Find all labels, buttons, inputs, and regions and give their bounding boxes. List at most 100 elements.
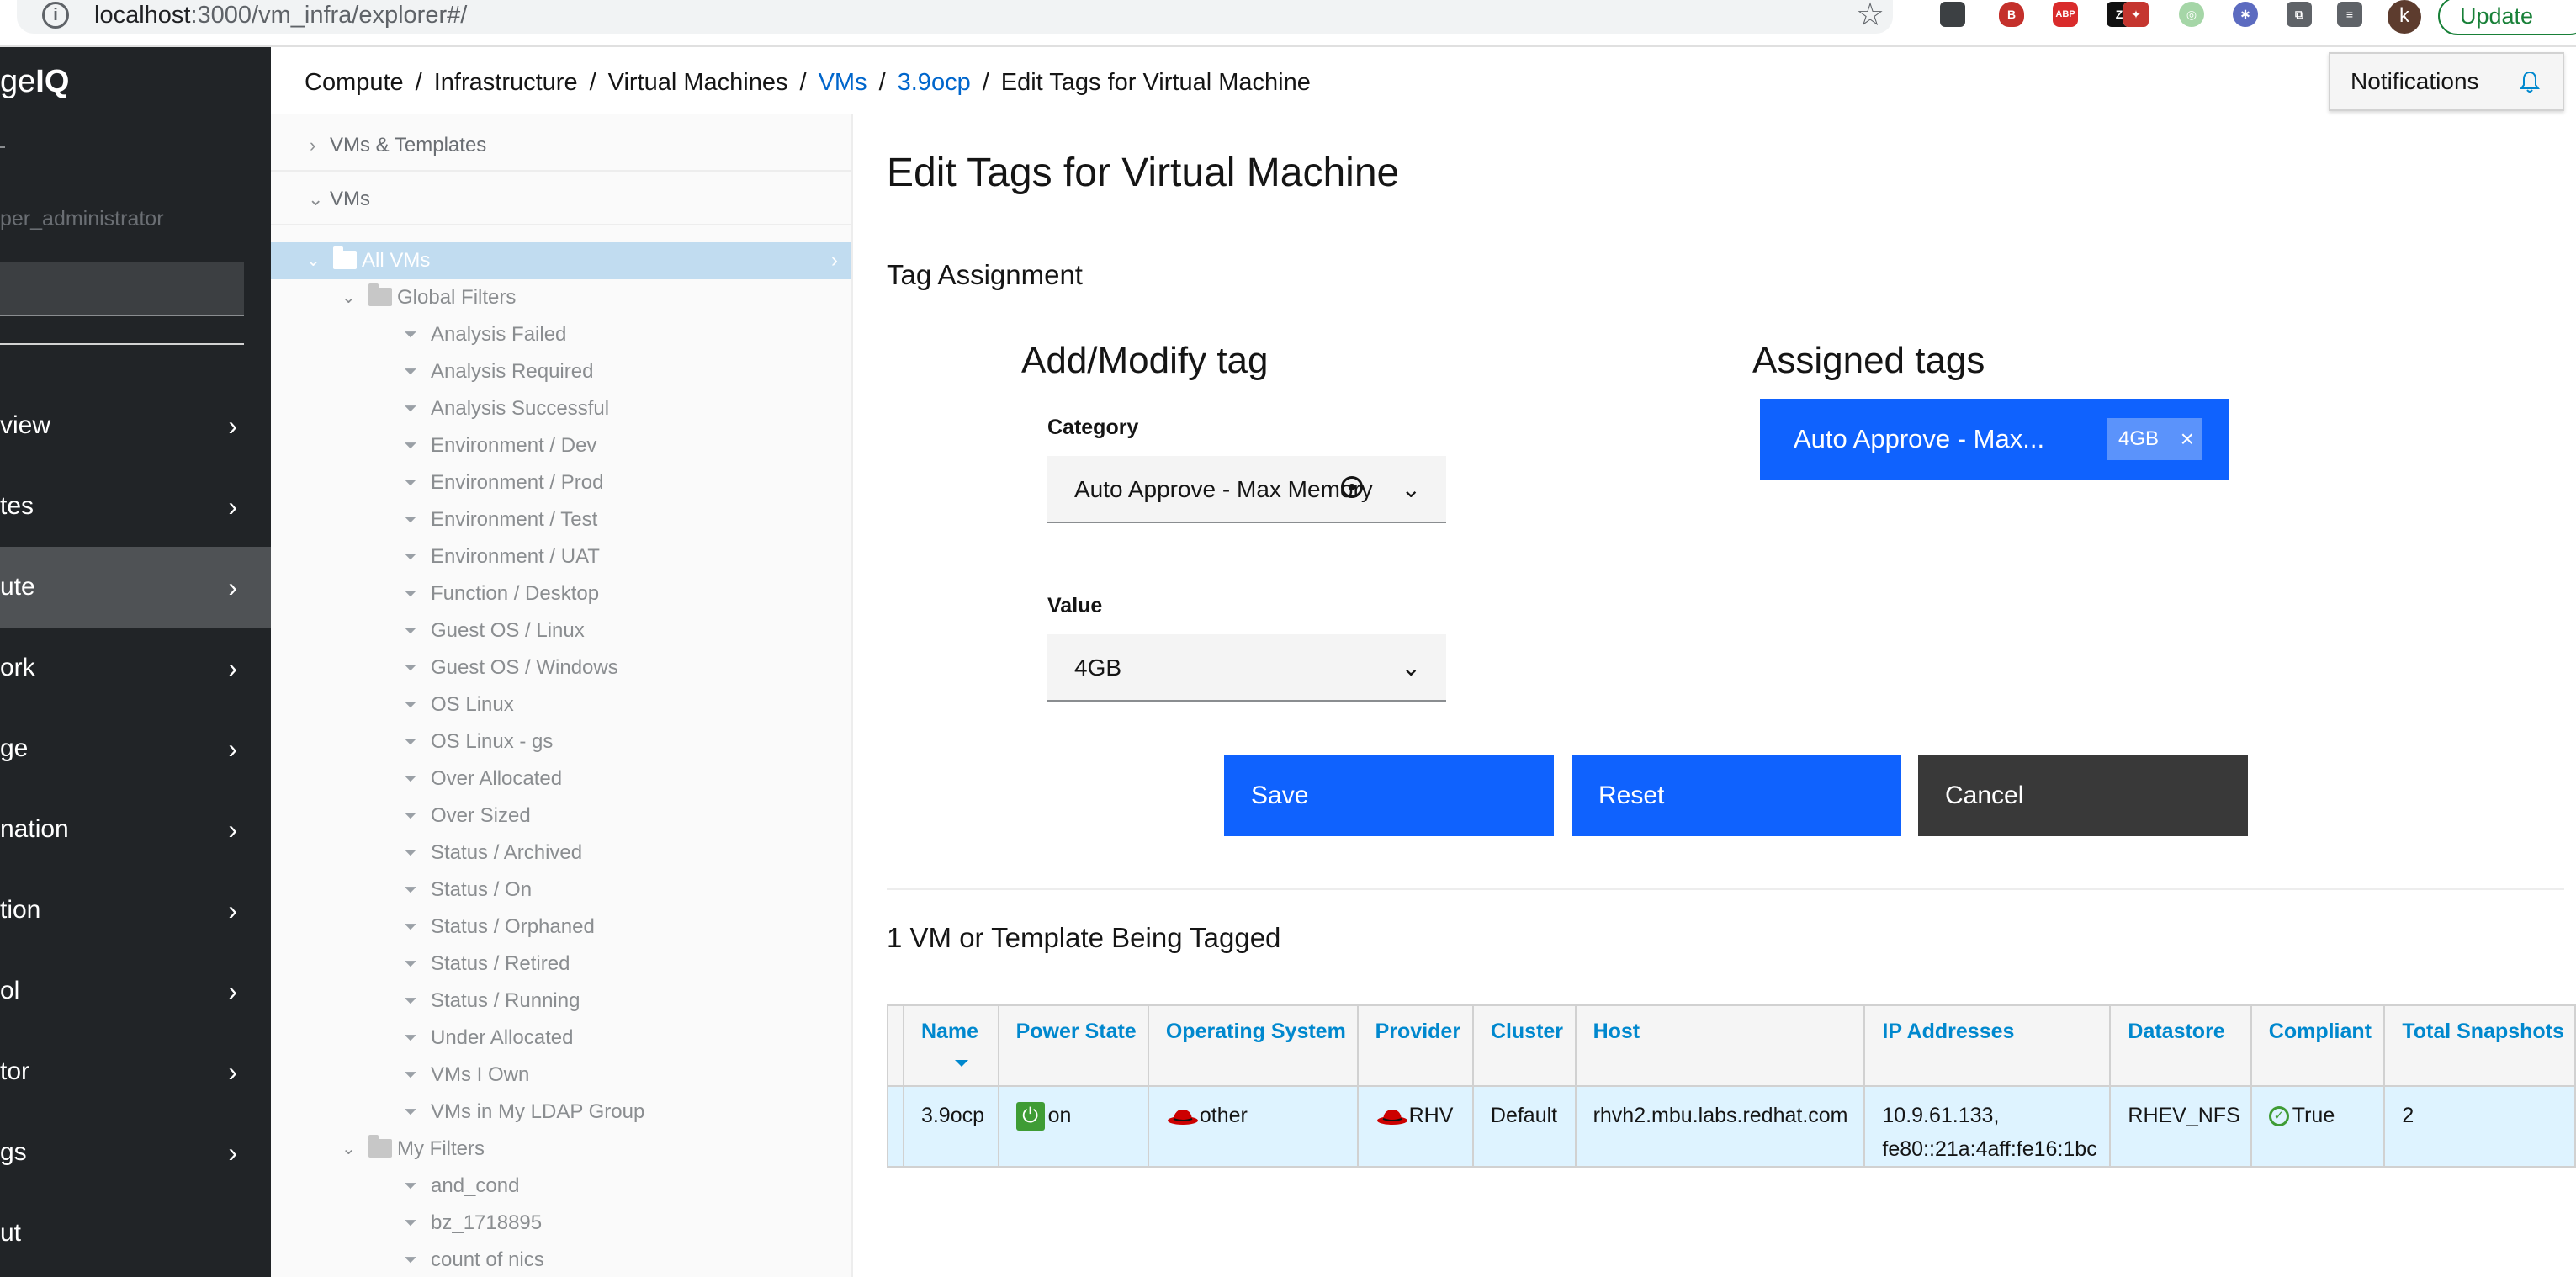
- extensions-puzzle-icon[interactable]: ⧉: [2287, 2, 2312, 27]
- chevron-down-icon: ⌄: [1401, 476, 1421, 502]
- nav-search-input[interactable]: [0, 262, 244, 316]
- tree-node-filter[interactable]: ⏷ OS Linux: [271, 686, 851, 723]
- column-header-provider[interactable]: Provider: [1356, 1004, 1474, 1087]
- tree-node-filter[interactable]: ⏷ Analysis Failed: [271, 316, 851, 353]
- accordion-vms-templates[interactable]: › VMs & Templates: [271, 119, 851, 172]
- brave-lion-icon[interactable]: B: [1999, 2, 2024, 27]
- tree-node-filter[interactable]: ⏷ VMs I Own: [271, 1057, 851, 1094]
- close-icon[interactable]: ×: [2181, 418, 2194, 460]
- tree-node-filter[interactable]: ⏷ Guest OS / Windows: [271, 649, 851, 686]
- site-info-icon[interactable]: i: [42, 2, 69, 29]
- column-header-ip-addresses[interactable]: IP Addresses: [1863, 1004, 2112, 1087]
- tree-node-filter[interactable]: ⏷ and_cond: [271, 1168, 851, 1205]
- tree-node-label: Guest OS / Linux: [431, 619, 585, 642]
- save-button[interactable]: Save: [1224, 755, 1554, 836]
- assigned-tags-heading: Assigned tags: [1752, 340, 1985, 381]
- vm-filter-tree: ⌄ All VMs › ⌄ Global Filters ⏷ Analysis F…: [271, 242, 851, 1277]
- column-header-name[interactable]: Name: [902, 1004, 999, 1087]
- breadcrumb: Compute / Infrastructure / Virtual Machines /…: [305, 67, 1311, 98]
- tree-node-filter[interactable]: ⏷ VMs in My LDAP Group: [271, 1094, 851, 1131]
- tree-node-filter[interactable]: ⏷ OS Linux - gs: [271, 723, 851, 760]
- tree-node-filter[interactable]: ⏷ Environment / Prod: [271, 464, 851, 501]
- main-navigation: geIQ per_administrator view › tes › ute › o…: [0, 47, 271, 1277]
- column-header-total-snapshots[interactable]: Total Snapshots: [2383, 1004, 2576, 1087]
- column-header-power-state[interactable]: Power State: [997, 1004, 1149, 1087]
- filter-icon: ⏷: [404, 400, 417, 418]
- tree-node-all-vms[interactable]: ⌄ All VMs ›: [271, 242, 851, 279]
- tree-node-filter[interactable]: ⏷ Environment / UAT: [271, 538, 851, 575]
- bee-extension-icon[interactable]: ✱: [2233, 2, 2258, 27]
- nav-item-compute[interactable]: ute ›: [0, 547, 271, 628]
- tree-node-filter[interactable]: ⏷ Over Sized: [271, 797, 851, 835]
- category-select[interactable]: Auto Approve - Max Memory ⌄: [1047, 456, 1446, 523]
- tree-node-filter[interactable]: ⏷ Over Allocated: [271, 760, 851, 797]
- tree-node-filter[interactable]: ⏷ Environment / Test: [271, 501, 851, 538]
- provider-text: RHV: [1408, 1104, 1454, 1127]
- adblock-icon[interactable]: ABP: [2053, 2, 2078, 27]
- tree-node-filter[interactable]: ⏷ bz_1718895: [271, 1205, 851, 1242]
- nav-item-overview[interactable]: view ›: [0, 385, 271, 466]
- nav-item-network[interactable]: ork ›: [0, 628, 271, 708]
- notifications-button[interactable]: Notifications: [2329, 52, 2564, 111]
- browser-update-button[interactable]: Update: [2438, 0, 2576, 35]
- ip-address-2: fe80::21a:4aff:fe16:1bc: [1882, 1137, 2097, 1161]
- filter-icon: ⏷: [404, 659, 417, 677]
- value-select[interactable]: 4GB ⌄: [1047, 634, 1446, 702]
- reading-list-icon[interactable]: ≡: [2337, 2, 2362, 27]
- color-picker-icon[interactable]: ◎: [2179, 2, 2204, 27]
- tree-node-global-filters[interactable]: ⌄ Global Filters: [271, 279, 851, 316]
- tree-node-filter[interactable]: ⏷ Function / Desktop: [271, 575, 851, 612]
- nav-item-control[interactable]: ol ›: [0, 951, 271, 1031]
- tree-node-my-filters[interactable]: ⌄ My Filters: [271, 1131, 851, 1168]
- address-bar[interactable]: i localhost:3000/vm_infra/explorer#/ ☆: [17, 0, 1893, 34]
- row-select-cell[interactable]: [887, 1085, 904, 1168]
- nav-item-label: ork: [0, 654, 35, 681]
- breadcrumb-vms-link[interactable]: VMs: [819, 69, 867, 96]
- nav-item-services[interactable]: tes ›: [0, 466, 271, 547]
- tree-node-filter[interactable]: ⏷ Under Allocated: [271, 1020, 851, 1057]
- nav-item-logout[interactable]: ut: [0, 1193, 271, 1274]
- nav-item-monitor[interactable]: tor ›: [0, 1031, 271, 1112]
- column-header-host[interactable]: Host: [1574, 1004, 1866, 1087]
- cancel-button[interactable]: Cancel: [1918, 755, 2248, 836]
- nav-item-optimization[interactable]: tion ›: [0, 870, 271, 951]
- column-header-cluster[interactable]: Cluster: [1471, 1004, 1577, 1087]
- tree-node-filter[interactable]: ⏷ Status / On: [271, 872, 851, 909]
- tree-node-filter[interactable]: ⏷ Status / Orphaned: [271, 909, 851, 946]
- tree-node-filter[interactable]: ⏷ Status / Retired: [271, 946, 851, 983]
- nav-item-settings[interactable]: gs ›: [0, 1112, 271, 1193]
- chevron-right-icon: ›: [228, 814, 237, 845]
- nav-item-automation[interactable]: nation ›: [0, 789, 271, 870]
- extension-icon[interactable]: [1940, 2, 1965, 27]
- accordion-vms[interactable]: ⌄ VMs: [271, 173, 851, 225]
- tree-node-filter[interactable]: ⏷ Analysis Required: [271, 353, 851, 390]
- bookmark-star-icon[interactable]: ☆: [1856, 0, 1884, 32]
- tree-node-label: Analysis Required: [431, 360, 594, 383]
- column-header-datastore[interactable]: Datastore: [2109, 1004, 2252, 1087]
- puzzle-red-icon[interactable]: ✦: [2123, 2, 2149, 27]
- tree-node-filter[interactable]: ⏷ count of nics: [271, 1242, 851, 1277]
- assigned-tag-value-label: 4GB: [2118, 427, 2160, 450]
- tree-node-filter[interactable]: ⏷ Status / Running: [271, 983, 851, 1020]
- reset-button[interactable]: Reset: [1572, 755, 1901, 836]
- brand-logo[interactable]: geIQ: [0, 64, 69, 100]
- category-selected-value: Auto Approve - Max Memory: [1074, 476, 1373, 502]
- os-text: other: [1199, 1104, 1248, 1127]
- breadcrumb-infrastructure: Infrastructure: [433, 69, 578, 96]
- column-header-compliant[interactable]: Compliant: [2250, 1004, 2386, 1087]
- tree-node-label: Over Allocated: [431, 767, 563, 790]
- nav-item-storage[interactable]: ge ›: [0, 708, 271, 789]
- filter-icon: ⏷: [404, 511, 417, 529]
- tree-node-filter[interactable]: ⏷ Analysis Successful: [271, 390, 851, 427]
- accordion-label: VMs & Templates: [330, 134, 487, 156]
- profile-avatar[interactable]: k: [2388, 0, 2421, 34]
- breadcrumb-separator: /: [982, 69, 989, 96]
- tree-node-filter[interactable]: ⏷ Environment / Dev: [271, 427, 851, 464]
- breadcrumb-vm-link[interactable]: 3.9ocp: [898, 69, 971, 96]
- breadcrumb-compute: Compute: [305, 69, 404, 96]
- tree-node-filter[interactable]: ⏷ Guest OS / Linux: [271, 612, 851, 649]
- table-row[interactable]: 3.9ocp ⏻ on other RHV Default rhvh2.mbu.l…: [887, 1085, 2576, 1168]
- url-text[interactable]: localhost:3000/vm_infra/explorer#/: [94, 0, 467, 30]
- tree-node-filter[interactable]: ⏷ Status / Archived: [271, 835, 851, 872]
- column-header-operating-system[interactable]: Operating System: [1147, 1004, 1359, 1087]
